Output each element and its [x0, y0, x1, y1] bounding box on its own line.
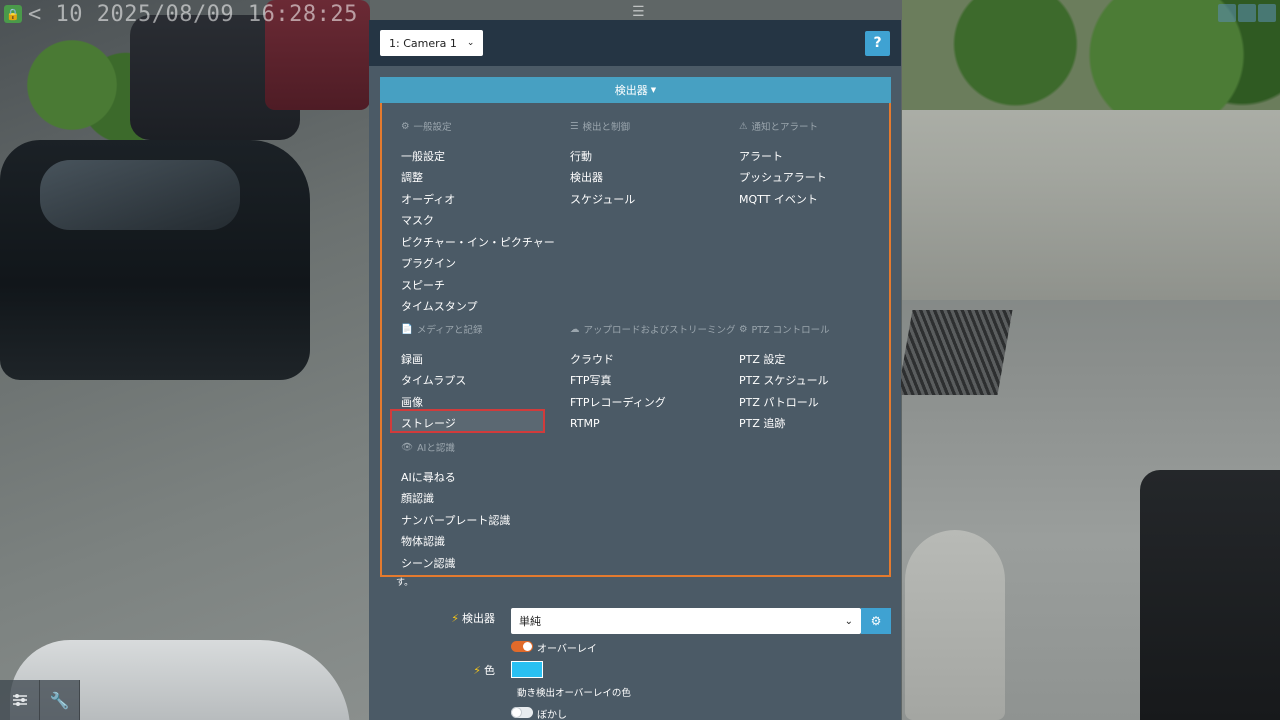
eye-icon: 👁: [401, 441, 414, 453]
color-swatch[interactable]: [511, 661, 543, 678]
color-description: 動き検出オーバーレイの色: [517, 688, 631, 699]
menu-item[interactable]: 顔認識: [401, 488, 510, 510]
menu-item[interactable]: ピクチャー・イン・ピクチャー: [401, 231, 555, 253]
wrench-icon[interactable]: 🔧: [40, 680, 80, 720]
menu-item[interactable]: アラート: [739, 145, 827, 167]
drain-grate: [897, 310, 1013, 395]
overlay-icon-3[interactable]: [1258, 4, 1276, 22]
section-title: AIと認識: [417, 443, 455, 454]
blur-toggle[interactable]: [511, 707, 533, 718]
menu-item[interactable]: 検出器: [570, 167, 635, 189]
gear-icon: ⚙: [739, 323, 748, 335]
menu-item[interactable]: プラグイン: [401, 253, 555, 275]
camera-select[interactable]: 1: Camera 1 ⌄: [380, 30, 484, 56]
menu-item[interactable]: 調整: [401, 167, 555, 189]
section-title: アップロードおよびストリーミング: [583, 325, 736, 336]
osd-overlay: 🔒 < 10 2025/08/09 16:28:25: [0, 0, 358, 28]
blur-label: ぼかし: [537, 710, 567, 720]
overlay-label: オーバーレイ: [537, 644, 597, 655]
bolt-icon: ⚡: [473, 663, 481, 677]
menu-item[interactable]: 一般設定: [401, 145, 555, 167]
menu-item[interactable]: 行動: [570, 145, 635, 167]
detector-label: 検出器: [462, 612, 495, 625]
bottom-toolbar: 🔧: [0, 680, 80, 720]
sliders-icon[interactable]: [0, 680, 40, 720]
menu-item[interactable]: PTZ スケジュール: [739, 370, 830, 392]
menu-item[interactable]: FTP写真: [570, 370, 736, 392]
chevron-down-icon: ⌄: [844, 615, 853, 627]
menu-item[interactable]: MQTT イベント: [739, 188, 827, 210]
detector-dropdown-toggle[interactable]: 検出器 ▼: [380, 77, 891, 103]
section-ptz: ⚙ PTZ コントロール PTZ 設定 PTZ スケジュール PTZ パトロール …: [739, 322, 830, 434]
section-media: 📄 メディアと記録 録画 タイムラプス 画像 ストレージ: [401, 322, 483, 434]
help-button[interactable]: ?: [865, 30, 890, 56]
menu-item[interactable]: RTMP: [570, 413, 736, 435]
section-title: 通知とアラート: [751, 122, 819, 133]
menu-item[interactable]: PTZ 設定: [739, 348, 830, 370]
menu-handle-icon[interactable]: ☰: [632, 4, 645, 20]
menu-item[interactable]: オーディオ: [401, 188, 555, 210]
overlay-icon-2[interactable]: [1238, 4, 1256, 22]
section-upload: ☁ アップロードおよびストリーミング クラウド FTP写真 FTPレコーディング …: [570, 322, 736, 434]
panel-header: 1: Camera 1 ⌄ ?: [369, 20, 901, 66]
menu-item[interactable]: タイムラプス: [401, 370, 483, 392]
bolt-icon: ⚡: [451, 611, 459, 625]
menu-item[interactable]: マスク: [401, 210, 555, 232]
section-title: メディアと記録: [416, 325, 483, 336]
section-general: ⚙ 一般設定 一般設定 調整 オーディオ マスク ピクチャー・イン・ピクチャー プ…: [401, 119, 555, 317]
menu-item[interactable]: クラウド: [570, 348, 736, 370]
menu-item[interactable]: スピーチ: [401, 274, 555, 296]
parked-car-black: [0, 140, 310, 380]
section-detection: ☰ 検出と制御 行動 検出器 スケジュール: [570, 119, 635, 210]
detector-select-value: 単純: [519, 615, 541, 628]
detector-select[interactable]: 単純 ⌄: [511, 608, 861, 634]
lock-icon: 🔒: [4, 5, 22, 23]
caret-down-icon: ▼: [650, 86, 657, 94]
menu-item[interactable]: ナンバープレート認識: [401, 509, 510, 531]
cloud-icon: ☁: [570, 323, 580, 335]
menu-item[interactable]: 物体認識: [401, 531, 510, 553]
detector-label-row: ⚡ 検出器: [451, 610, 495, 626]
settings-menu: ⚙ 一般設定 一般設定 調整 オーディオ マスク ピクチャー・イン・ピクチャー プ…: [380, 103, 891, 577]
menu-item[interactable]: PTZ パトロール: [739, 391, 830, 413]
trailing-text: す。: [396, 578, 414, 588]
section-ai: 👁 AIと認識 AIに尋ねる 顔認識 ナンバープレート認識 物体認識 シーン認識: [401, 440, 510, 574]
list-icon: ☰: [570, 120, 579, 132]
menu-item[interactable]: 録画: [401, 348, 483, 370]
menu-item[interactable]: シーン認識: [401, 552, 510, 574]
menu-item[interactable]: PTZ 追跡: [739, 413, 830, 435]
menu-item[interactable]: タイムスタンプ: [401, 296, 555, 318]
menu-item[interactable]: プッシュアラート: [739, 167, 827, 189]
parked-car-right: [1140, 470, 1280, 720]
overlay-icon-1[interactable]: [1218, 4, 1236, 22]
menu-item[interactable]: スケジュール: [570, 188, 635, 210]
chevron-down-icon: ⌄: [466, 38, 475, 48]
top-right-icons: [1218, 4, 1276, 22]
bollard: [905, 530, 1005, 720]
gears-icon: ⚙: [870, 614, 882, 628]
file-icon: 📄: [401, 323, 413, 335]
overlay-toggle[interactable]: [511, 641, 533, 652]
settings-panel: 1: Camera 1 ⌄ ? 検出器 ▼ ⚙ 一般設定 一般設定 調整 オーディ…: [369, 20, 901, 720]
section-title: 一般設定: [413, 122, 452, 133]
detector-settings-button[interactable]: ⚙: [861, 608, 891, 634]
color-label: 色: [484, 664, 495, 677]
detector-dropdown-label: 検出器: [614, 84, 648, 97]
osd-timestamp: < 10 2025/08/09 16:28:25: [28, 1, 358, 27]
warning-icon: ⚠: [739, 120, 748, 132]
section-alerts: ⚠ 通知とアラート アラート プッシュアラート MQTT イベント: [739, 119, 827, 210]
menu-item[interactable]: AIに尋ねる: [401, 466, 510, 488]
menu-item-storage[interactable]: ストレージ: [401, 413, 483, 435]
section-title: PTZ コントロール: [751, 325, 830, 336]
color-label-row: ⚡ 色: [473, 662, 495, 678]
menu-item[interactable]: 画像: [401, 391, 483, 413]
camera-select-value: 1: Camera 1: [389, 36, 457, 50]
gears-icon: ⚙: [401, 120, 410, 132]
menu-item[interactable]: FTPレコーディング: [570, 391, 736, 413]
section-title: 検出と制御: [582, 122, 631, 133]
